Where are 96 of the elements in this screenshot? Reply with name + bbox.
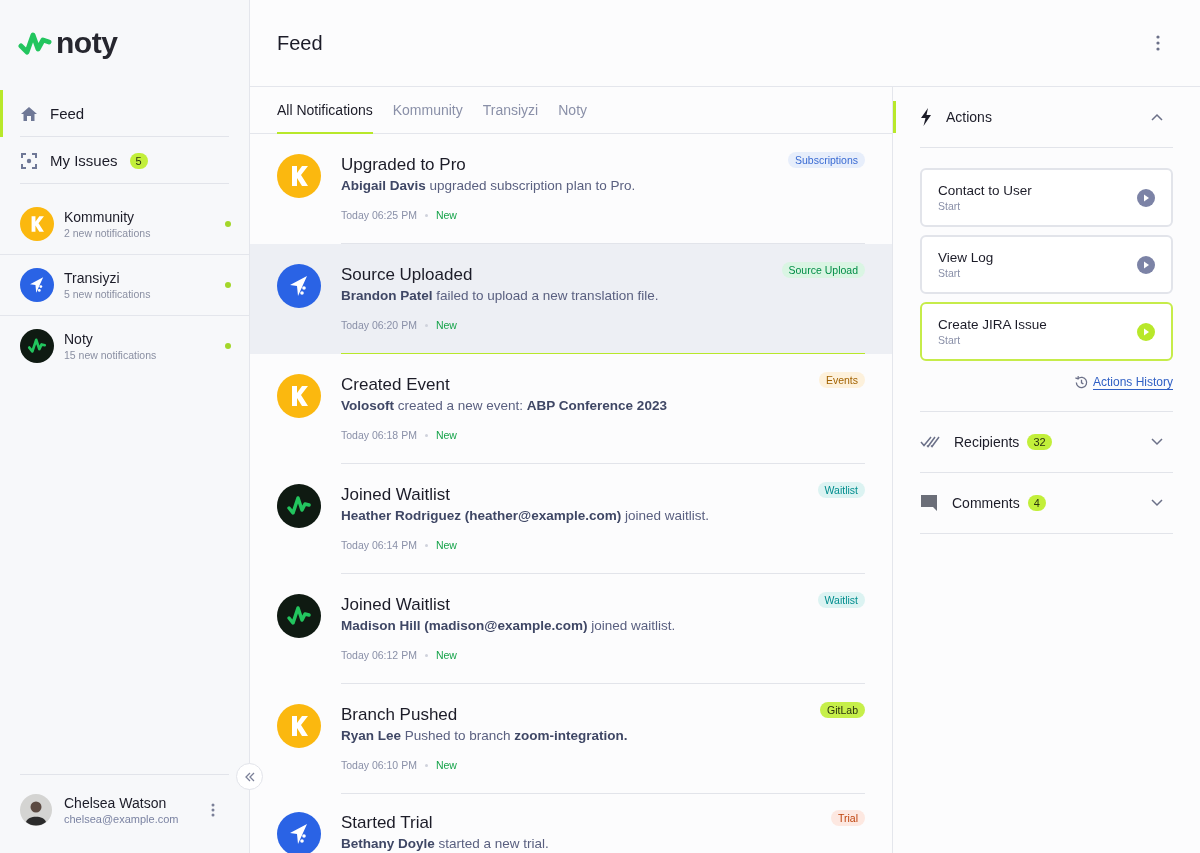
category-tag: Waitlist xyxy=(817,592,865,608)
plane-avatar-icon xyxy=(277,264,321,308)
notification-text: Madison Hill (madison@example.com) joined waitlist. xyxy=(341,617,677,635)
notification-title: Joined Waitlist xyxy=(341,594,450,615)
notification-text: Heather Rodriguez (heather@example.com) joined waitlist. xyxy=(341,507,711,525)
action-title: Contact to User xyxy=(938,183,1032,198)
play-icon xyxy=(1137,255,1155,274)
comment-icon xyxy=(920,494,938,512)
project-item[interactable]: Transiyzi 5 new notifications xyxy=(0,254,249,315)
timestamp: Today 06:12 PM xyxy=(341,649,417,661)
timestamp: Today 06:10 PM xyxy=(341,759,417,771)
notification-item[interactable]: Joined Waitlist Waitlist Madison Hill (madison@example.com) joined waitlist. Today 06:12 PM New xyxy=(250,574,892,684)
letter-avatar-icon xyxy=(277,154,321,198)
notification-item[interactable]: Source Uploaded Source Upload Brandon Patel failed to upload a new translation file. Today 06:20 PM New xyxy=(250,244,892,354)
more-icon[interactable] xyxy=(1156,35,1160,51)
notification-item[interactable]: Created Event Events Volosoft created a new event: ABP Conference 2023 Today 06:18 PM New xyxy=(250,354,892,464)
section-header[interactable]: Recipients 32 xyxy=(920,412,1173,473)
count-badge: 4 xyxy=(1027,495,1046,511)
project-subtitle: 15 new notifications xyxy=(64,349,158,361)
collapse-button[interactable] xyxy=(236,763,263,790)
user-avatar xyxy=(20,794,52,826)
action-title: Create JIRA Issue xyxy=(938,317,1047,332)
wave-avatar-icon xyxy=(277,484,321,528)
status-label: New xyxy=(435,649,457,661)
actions-history-link[interactable]: Actions History xyxy=(1092,375,1173,390)
logo-text: noty xyxy=(56,26,118,60)
category-tag: Waitlist xyxy=(817,482,865,498)
notification-text: Ryan Lee Pushed to branch zoom-integration. xyxy=(341,727,629,745)
timestamp: Today 06:18 PM xyxy=(341,429,417,441)
count-badge: 5 xyxy=(129,152,148,169)
status-label: New xyxy=(435,209,457,221)
notification-title: Created Event xyxy=(341,374,450,395)
project-name: Transiyzi xyxy=(64,270,121,286)
action-card[interactable]: Create JIRA Issue Start xyxy=(920,302,1173,361)
notification-item[interactable]: Branch Pushed GitLab Ryan Lee Pushed to branch zoom-integration. Today 06:10 PM New xyxy=(250,684,892,794)
project-subtitle: 5 new notifications xyxy=(64,288,152,300)
notification-text: Volosoft created a new event: ABP Conference 2023 xyxy=(341,397,668,415)
action-title: View Log xyxy=(938,250,994,265)
action-card[interactable]: View Log Start xyxy=(920,235,1173,294)
double-check-icon xyxy=(920,436,940,448)
wave-avatar-icon xyxy=(277,594,321,638)
timestamp: Today 06:25 PM xyxy=(341,209,417,221)
chevron-icon xyxy=(1151,113,1163,121)
status-label: New xyxy=(435,539,457,551)
letter-avatar-icon xyxy=(20,207,54,241)
action-subtitle: Start xyxy=(938,334,962,346)
category-tag: Source Upload xyxy=(781,262,865,278)
logo-icon xyxy=(18,30,52,56)
tab[interactable]: All Notifications xyxy=(277,87,373,134)
action-subtitle: Start xyxy=(938,267,962,279)
plane-avatar-icon xyxy=(20,268,54,302)
project-item[interactable]: Noty 15 new notifications xyxy=(0,315,249,376)
category-tag: Subscriptions xyxy=(787,152,865,168)
chevron-icon xyxy=(1151,499,1163,507)
project-name: Kommunity xyxy=(64,209,136,225)
status-label: New xyxy=(435,759,457,771)
nav-item[interactable]: Feed xyxy=(0,90,229,137)
focus-icon xyxy=(20,151,38,170)
category-tag: GitLab xyxy=(820,702,865,718)
notification-title: Started Trial xyxy=(341,812,433,833)
notification-text: Abigail Davis upgraded subscription plan to Pro. xyxy=(341,177,637,195)
user-email: chelsea@example.com xyxy=(64,813,180,825)
status-label: New xyxy=(435,319,457,331)
notification-text: Bethany Doyle started a new trial. xyxy=(341,835,550,853)
notification-title: Branch Pushed xyxy=(341,704,458,725)
letter-avatar-icon xyxy=(277,704,321,748)
play-icon xyxy=(1137,188,1155,207)
action-card[interactable]: Contact to User Start xyxy=(920,168,1173,227)
action-subtitle: Start xyxy=(938,200,962,212)
notification-item[interactable]: Joined Waitlist Waitlist Heather Rodriguez (heather@example.com) joined waitlist. Today 06:14 PM New xyxy=(250,464,892,574)
count-badge: 32 xyxy=(1027,434,1052,450)
chevron-icon xyxy=(1151,438,1163,446)
notification-text: Brandon Patel failed to upload a new translation file. xyxy=(341,287,660,305)
lightning-icon xyxy=(920,108,932,126)
section-header[interactable]: Comments 4 xyxy=(920,473,1173,534)
notification-title: Joined Waitlist xyxy=(341,484,450,505)
notification-item[interactable]: Started Trial Trial Bethany Doyle started a new trial. xyxy=(250,794,892,853)
project-name: Noty xyxy=(64,331,94,347)
project-subtitle: 2 new notifications xyxy=(64,227,152,239)
letter-avatar-icon xyxy=(277,374,321,418)
notification-title: Upgraded to Pro xyxy=(341,154,466,175)
wave-avatar-icon xyxy=(20,329,54,363)
timestamp: Today 06:14 PM xyxy=(341,539,417,551)
category-tag: Events xyxy=(818,372,865,388)
more-icon[interactable] xyxy=(211,803,215,817)
double-chevron-left-icon xyxy=(243,771,256,782)
page-title: Feed xyxy=(277,31,323,55)
status-label: New xyxy=(435,429,457,441)
project-item[interactable]: Kommunity 2 new notifications xyxy=(0,194,249,254)
timestamp: Today 06:20 PM xyxy=(341,319,417,331)
user-name: Chelsea Watson xyxy=(64,795,168,811)
play-icon xyxy=(1137,322,1155,341)
history-icon xyxy=(1073,375,1089,390)
category-tag: Trial xyxy=(830,810,865,826)
home-icon xyxy=(20,104,38,123)
notification-title: Source Uploaded xyxy=(341,264,473,285)
